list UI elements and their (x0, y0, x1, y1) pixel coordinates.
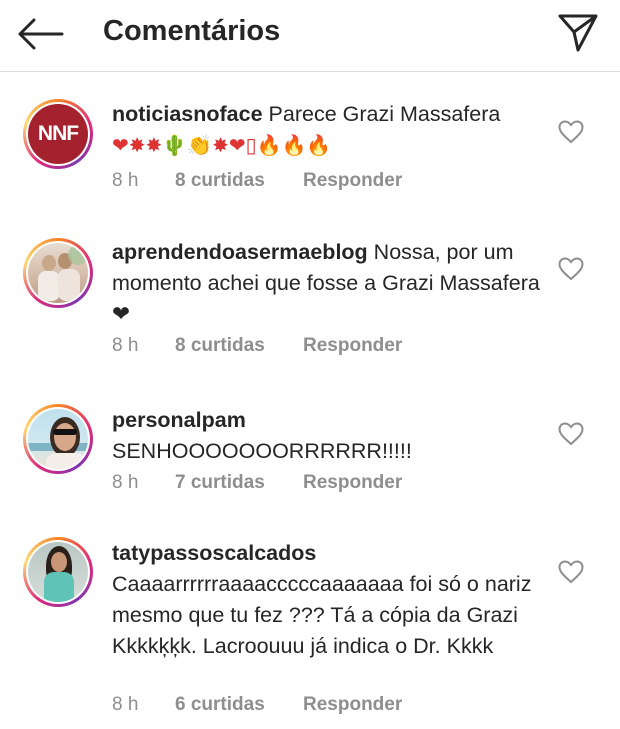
comment-body: aprendendoasermaeblog Nossa, por um mome… (112, 237, 542, 330)
comment-body: personalpam SENHOOOOOOORRRRRR!!!!! (112, 405, 542, 467)
comment-body: tatypassoscalcados Caaaarrrrrraaaaccccca… (112, 538, 542, 662)
heart-icon[interactable] (558, 422, 584, 446)
reply-button[interactable]: Responder (303, 335, 402, 357)
comment-text: SENHOOOOOOORRRRRR!!!!! (112, 439, 412, 463)
back-button[interactable] (14, 12, 66, 56)
comment-username[interactable]: personalpam (112, 408, 246, 432)
comment-emojis: ❤✸✸🌵👏✸❤▯🔥🔥🔥 (112, 133, 332, 157)
arrow-left-icon (18, 18, 64, 50)
paper-plane-icon (558, 14, 598, 52)
comment-username[interactable]: tatypassoscalcados (112, 541, 316, 565)
avatar[interactable] (23, 238, 93, 308)
reply-button[interactable]: Responder (303, 472, 402, 494)
comment-text: Parece Grazi Massafera (268, 102, 501, 126)
likes-count[interactable]: 8 curtidas (175, 170, 265, 192)
avatar[interactable] (23, 537, 93, 607)
likes-count[interactable]: 7 curtidas (175, 472, 265, 494)
comment-time: 8 h (112, 472, 139, 493)
avatar[interactable]: NNF (23, 99, 93, 169)
avatar[interactable] (23, 404, 93, 474)
header-bar: Comentários (0, 0, 620, 72)
comment-text: Caaaarrrrrraaaacccccaaaaaaa foi só o nar… (112, 572, 532, 658)
heart-icon[interactable] (558, 257, 584, 281)
comment-time: 8 h (112, 694, 139, 715)
comment-username[interactable]: aprendendoasermaeblog (112, 240, 368, 264)
heart-icon[interactable] (558, 120, 584, 144)
comment-time: 8 h (112, 335, 139, 356)
reply-button[interactable]: Responder (303, 694, 402, 716)
reply-button[interactable]: Responder (303, 170, 402, 192)
share-button[interactable] (554, 10, 602, 56)
page-title: Comentários (103, 15, 281, 47)
likes-count[interactable]: 6 curtidas (175, 694, 265, 716)
comment-body: noticiasnoface Parece Grazi Massafera ❤✸… (112, 99, 542, 161)
comment-time: 8 h (112, 170, 139, 191)
likes-count[interactable]: 8 curtidas (175, 335, 265, 357)
heart-icon[interactable] (558, 560, 584, 584)
avatar-logo-text: NNF (37, 122, 79, 145)
comment-username[interactable]: noticiasnoface (112, 102, 263, 126)
